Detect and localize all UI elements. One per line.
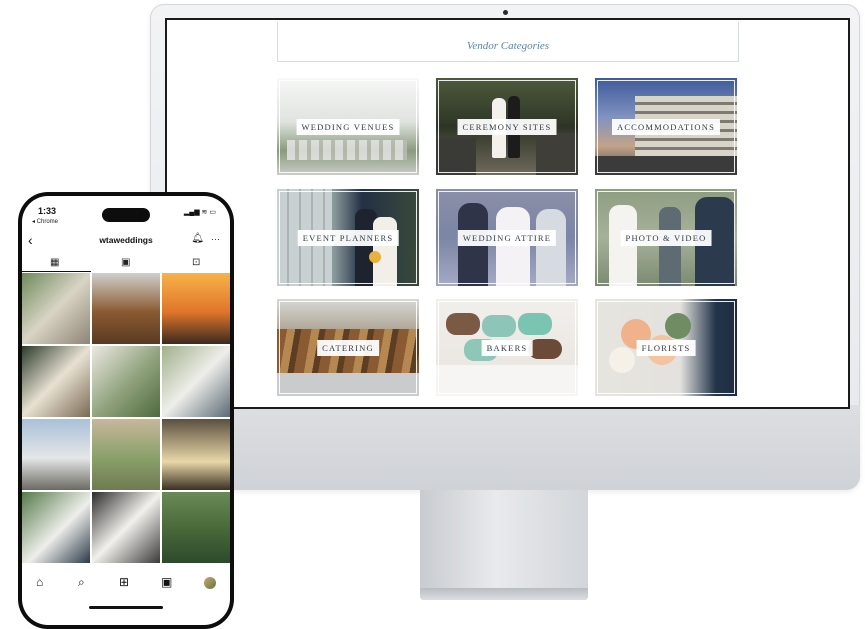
category-label: PHOTO & VIDEO	[620, 229, 712, 246]
category-tile-accommodations[interactable]: ACCOMMODATIONS	[595, 78, 737, 175]
grid-photo[interactable]	[92, 492, 160, 563]
category-label: BAKERS	[481, 339, 533, 356]
camera-icon	[503, 10, 508, 15]
grid-photo[interactable]	[22, 419, 90, 490]
imac-screen: Vendor Categories WEDDING VENUES CEREMON…	[165, 18, 850, 409]
category-tile-florists[interactable]: FLORISTS	[595, 299, 737, 396]
category-label: CATERING	[317, 339, 379, 356]
profile-tabs: ▦ ▣ ⊡	[22, 254, 230, 272]
grid-photo[interactable]	[22, 273, 90, 344]
category-label: WEDDING VENUES	[296, 118, 400, 135]
search-icon[interactable]: ⌕	[78, 575, 85, 590]
category-tile-event-planners[interactable]: EVENT PLANNERS	[277, 189, 419, 286]
grid-photo[interactable]	[92, 419, 160, 490]
reels-icon[interactable]: ▣	[161, 575, 172, 589]
category-label: WEDDING ATTIRE	[457, 229, 557, 246]
category-label: FLORISTS	[636, 339, 696, 356]
home-indicator	[89, 606, 163, 609]
category-tile-bakers[interactable]: BAKERS	[436, 299, 578, 396]
home-icon[interactable]: ⌂	[36, 575, 43, 589]
dynamic-island	[102, 208, 150, 222]
back-to-app-link[interactable]: ◂ Chrome	[32, 218, 58, 225]
category-label: EVENT PLANNERS	[297, 229, 399, 246]
grid-photo[interactable]	[92, 273, 160, 344]
grid-photo[interactable]	[162, 492, 230, 563]
bell-icon[interactable]: 🔔︎	[191, 233, 204, 244]
imac-chin	[150, 405, 860, 490]
grid-photo[interactable]	[22, 492, 90, 563]
profile-avatar[interactable]	[204, 577, 216, 589]
category-tile-wedding-venues[interactable]: WEDDING VENUES	[277, 78, 419, 175]
category-label: ACCOMMODATIONS	[611, 118, 721, 135]
active-tab-indicator	[22, 271, 91, 272]
reels-icon[interactable]: ▣	[121, 257, 130, 268]
imac-stand-foot	[420, 588, 588, 600]
grid-icon[interactable]: ▦	[50, 257, 59, 268]
category-tile-catering[interactable]: CATERING	[277, 299, 419, 396]
status-icons: ▂▄▆ ≋ ▭	[183, 209, 216, 216]
create-icon[interactable]: ⊞	[119, 575, 129, 589]
grid-photo[interactable]	[162, 419, 230, 490]
more-icon[interactable]: ···	[211, 234, 220, 244]
category-label: CEREMONY SITES	[457, 118, 557, 135]
grid-photo[interactable]	[162, 273, 230, 344]
category-tile-wedding-attire[interactable]: WEDDING ATTIRE	[436, 189, 578, 286]
page-title: Vendor Categories	[466, 40, 550, 52]
imac-stand	[420, 490, 588, 590]
grid-photo[interactable]	[162, 346, 230, 417]
grid-photo[interactable]	[22, 346, 90, 417]
tagged-icon[interactable]: ⊡	[192, 257, 200, 268]
bottom-nav: ⌂ ⌕ ⊞ ▣	[22, 572, 230, 594]
status-time: 1:33	[38, 206, 57, 216]
category-tile-ceremony-sites[interactable]: CEREMONY SITES	[436, 78, 578, 175]
grid-photo[interactable]	[92, 346, 160, 417]
phone-screen: 1:33 ◂ Chrome ▂▄▆ ≋ ▭ ‹ wtaweddings 🔔︎ ·…	[22, 196, 230, 625]
vendor-header: Vendor Categories	[277, 22, 739, 62]
category-tile-photo-video[interactable]: PHOTO & VIDEO	[595, 189, 737, 286]
